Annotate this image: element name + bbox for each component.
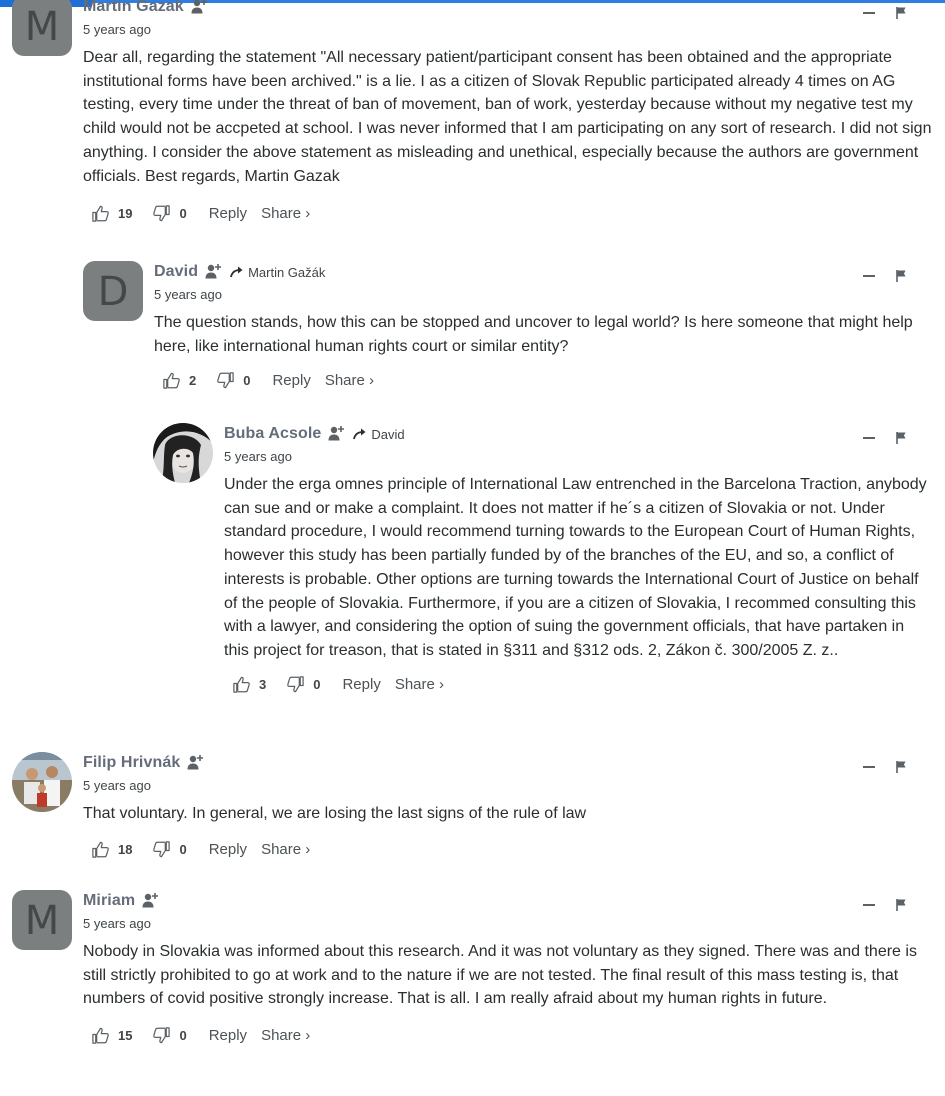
reply-to-link[interactable]: David — [353, 426, 405, 442]
comment-actions: 19 0 Reply Share › — [91, 202, 935, 224]
reply-button[interactable]: Reply — [272, 372, 310, 389]
add-user-icon[interactable] — [190, 0, 208, 16]
downvote-count: 0 — [243, 372, 251, 388]
comment-timestamp[interactable]: 5 years ago — [154, 287, 944, 305]
reply-arrow-icon — [353, 428, 367, 440]
downvote-count: 0 — [179, 842, 187, 858]
comment-timestamp[interactable]: 5 years ago — [83, 916, 935, 934]
collapse-icon[interactable] — [863, 12, 875, 14]
downvote-count: 0 — [179, 1027, 187, 1043]
collapse-icon[interactable] — [863, 766, 875, 768]
upvote-button[interactable]: 15 — [91, 1026, 132, 1045]
flag-icon[interactable] — [895, 760, 907, 774]
avatar[interactable] — [153, 423, 213, 483]
collapse-icon[interactable] — [863, 275, 875, 277]
comment-text: The question stands, how this can be sto… — [154, 314, 913, 355]
thumbs-up-icon — [232, 675, 251, 694]
comment-timestamp[interactable]: 5 years ago — [83, 22, 935, 40]
downvote-count: 0 — [179, 205, 187, 221]
thumbs-down-icon — [152, 204, 171, 223]
upvote-count: 18 — [118, 842, 133, 858]
upvote-button[interactable]: 3 — [232, 675, 266, 694]
upvote-button[interactable]: 19 — [91, 204, 132, 223]
upvote-count: 3 — [259, 677, 267, 693]
flag-icon[interactable] — [895, 269, 907, 283]
comment-text: That voluntary. In general, we are losin… — [83, 805, 587, 822]
share-button[interactable]: Share › — [261, 1027, 310, 1044]
avatar[interactable]: M — [12, 890, 72, 950]
share-button[interactable]: Share › — [261, 841, 310, 858]
flag-icon[interactable] — [895, 6, 907, 20]
add-user-icon[interactable] — [327, 425, 345, 443]
collapse-icon[interactable] — [863, 437, 875, 439]
reply-to-name: Martin Gažák — [248, 264, 326, 280]
comment-actions: 3 0 Reply Share › — [232, 674, 936, 696]
downvote-button[interactable]: 0 — [152, 1026, 187, 1045]
thumbs-up-icon — [91, 1026, 110, 1045]
share-button[interactable]: Share › — [261, 205, 310, 222]
avatar[interactable]: M — [12, 0, 72, 56]
share-button[interactable]: Share › — [325, 372, 374, 389]
reply-button[interactable]: Reply — [209, 205, 247, 222]
comment-author[interactable]: Buba Acsole — [224, 425, 321, 443]
reply-button[interactable]: Reply — [209, 841, 247, 858]
upvote-count: 15 — [118, 1027, 133, 1043]
avatar[interactable]: D — [83, 261, 143, 321]
comment-actions: 18 0 Reply Share › — [91, 839, 935, 861]
downvote-button[interactable]: 0 — [152, 840, 187, 859]
upvote-count: 19 — [118, 205, 133, 221]
reply-to-name: David — [371, 426, 405, 442]
downvote-button[interactable]: 0 — [286, 675, 320, 694]
reply-button[interactable]: Reply — [209, 1027, 247, 1044]
comment-author[interactable]: Miriam — [83, 892, 135, 910]
thumbs-down-icon — [216, 371, 235, 390]
comment-author[interactable]: Martin Gazak — [83, 0, 184, 16]
reply-arrow-icon — [230, 266, 244, 278]
comment-author[interactable]: David — [154, 263, 198, 281]
add-user-icon[interactable] — [141, 892, 159, 910]
comment-timestamp[interactable]: 5 years ago — [83, 778, 935, 796]
share-button[interactable]: Share › — [395, 676, 444, 693]
upvote-count: 2 — [189, 372, 197, 388]
thumbs-down-icon — [152, 1026, 171, 1045]
thumbs-up-icon — [91, 204, 110, 223]
thumbs-down-icon — [286, 675, 305, 694]
avatar-photo — [12, 752, 72, 812]
comment-actions: 15 0 Reply Share › — [91, 1024, 935, 1046]
add-user-icon[interactable] — [204, 263, 222, 281]
thumbs-up-icon — [162, 371, 181, 390]
downvote-count: 0 — [313, 677, 321, 693]
downvote-button[interactable]: 0 — [216, 371, 250, 390]
upvote-button[interactable]: 18 — [91, 840, 132, 859]
add-user-icon[interactable] — [186, 754, 204, 772]
thumbs-down-icon — [152, 840, 171, 859]
thumbs-up-icon — [91, 840, 110, 859]
reply-to-link[interactable]: Martin Gažák — [230, 265, 325, 280]
comment-text: Nobody in Slovakia was informed about th… — [83, 943, 917, 1008]
avatar-photo — [153, 423, 213, 483]
collapse-icon[interactable] — [863, 904, 875, 906]
avatar[interactable] — [12, 752, 72, 812]
comment-timestamp[interactable]: 5 years ago — [224, 449, 936, 467]
flag-icon[interactable] — [895, 898, 907, 912]
comment-author[interactable]: Filip Hrivnák — [83, 754, 180, 772]
flag-icon[interactable] — [895, 431, 907, 445]
reply-button[interactable]: Reply — [342, 676, 380, 693]
comment-text: Dear all, regarding the statement "All n… — [83, 49, 932, 185]
comment-text: Under the erga omnes principle of Intern… — [224, 476, 927, 659]
upvote-button[interactable]: 2 — [162, 371, 196, 390]
comment-actions: 2 0 Reply Share › — [162, 369, 944, 391]
downvote-button[interactable]: 0 — [152, 204, 187, 223]
